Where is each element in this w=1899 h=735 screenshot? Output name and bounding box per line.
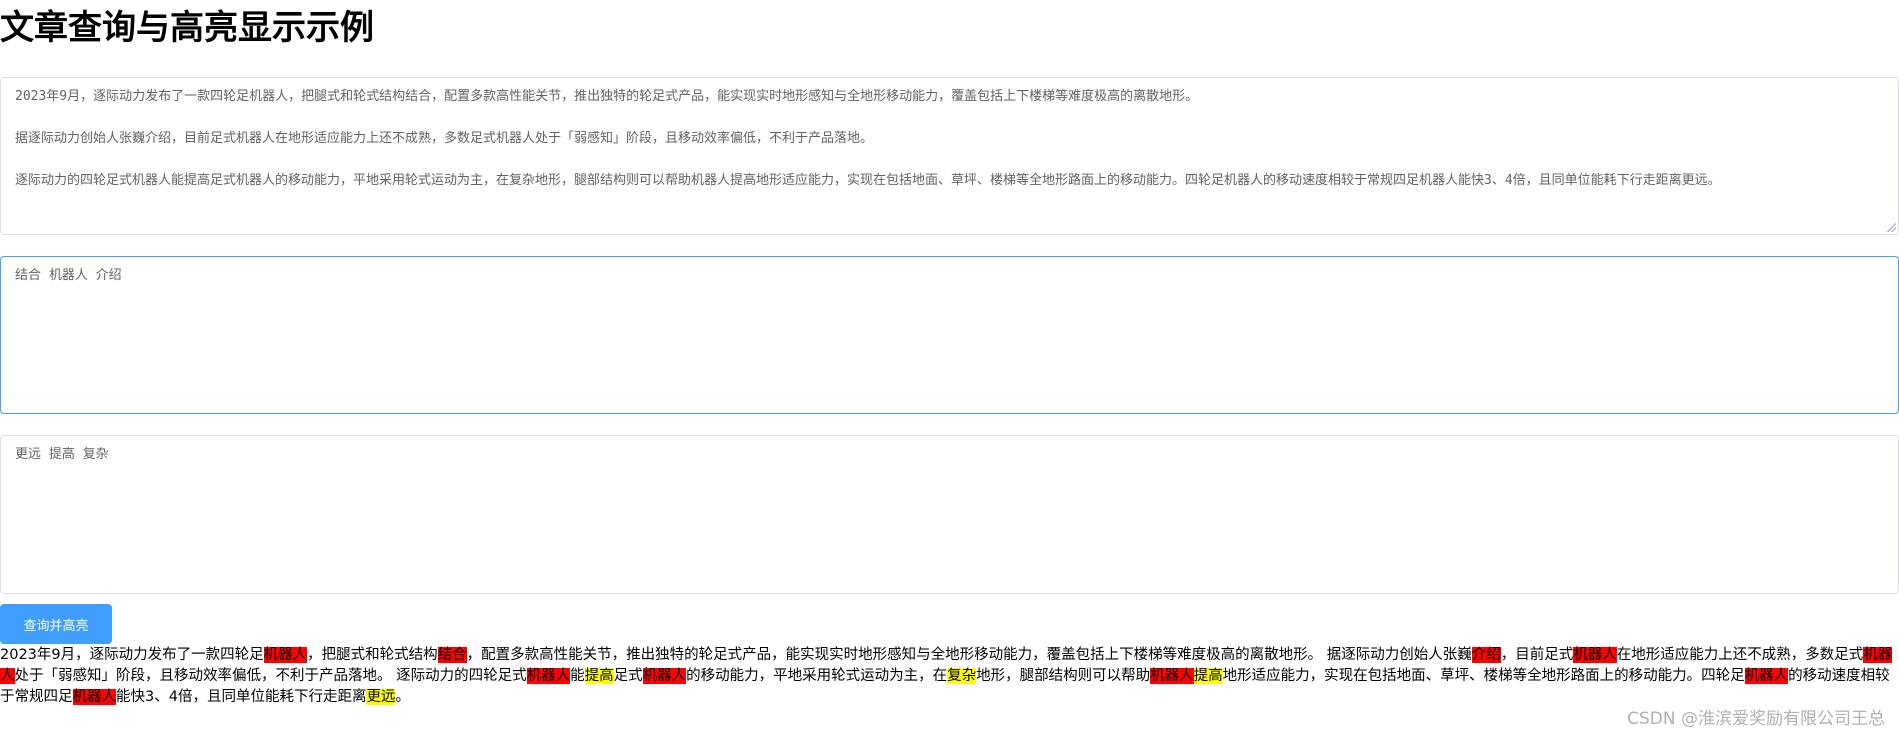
highlight-yellow-keyword: 更远 xyxy=(366,689,396,705)
result-text-segment: ，配置多款高性能关节，推出独特的轮足式产品，能实现实时地形感知与全地形移动能力，… xyxy=(466,647,1472,663)
query-highlight-button[interactable]: 查询并高亮 xyxy=(0,604,112,644)
result-text-segment: 处于「弱感知」阶段，且移动效率偏低，不利于产品落地。 逐际动力的四轮足式 xyxy=(14,668,527,684)
highlight-red-keyword: 介绍 xyxy=(1471,647,1501,663)
highlight-red-keyword: 机器人 xyxy=(1150,668,1194,684)
csdn-watermark: CSDN @淮滨爱奖励有限公司王总 xyxy=(1627,709,1885,729)
result-text-segment: 地形，腿部结构则可以帮助 xyxy=(976,668,1151,684)
resize-handle-icon[interactable] xyxy=(1886,222,1896,232)
highlight-red-keyword: 机器人 xyxy=(526,668,571,684)
result-text-segment: ，目前足式 xyxy=(1500,647,1574,663)
highlight-red-keyword: 结合 xyxy=(437,647,467,663)
highlight-red-keyword: 机器人 xyxy=(1744,668,1789,684)
result-text-segment: 2023年9月，逐际动力发布了一款四轮足 xyxy=(0,647,264,663)
page-title: 文章查询与高亮显示示例 xyxy=(0,8,374,48)
article-textarea[interactable]: 2023年9月，逐际动力发布了一款四轮足机器人，把腿式和轮式结构结合，配置多款高… xyxy=(0,77,1899,235)
highlight-red-keyword: 机器人 xyxy=(1573,647,1617,663)
highlighted-result-text: 2023年9月，逐际动力发布了一款四轮足机器人，把腿式和轮式结构结合，配置多款高… xyxy=(0,645,1899,708)
result-text-segment: 的移动能力，平地采用轮式运动为主，在 xyxy=(686,668,948,684)
result-text-segment: 。 xyxy=(395,689,410,705)
result-text-segment: ，把腿式和轮式结构 xyxy=(307,647,438,663)
result-text-segment: 足式 xyxy=(613,668,643,684)
result-text-segment: 能快3、4倍，且同单位能耗下行走距离 xyxy=(116,689,367,705)
highlight-red-keyword: 机器人 xyxy=(72,689,116,705)
result-text-segment: 能 xyxy=(570,668,585,684)
highlight-yellow-keyword: 复杂 xyxy=(947,668,977,684)
highlight-yellow-keyword: 提高 xyxy=(1193,668,1223,684)
highlight-red-keyword: 机器人 xyxy=(263,647,308,663)
yellow-keywords-textarea[interactable]: 更远 提高 复杂 xyxy=(0,435,1899,594)
highlight-red-keyword: 机器人 xyxy=(642,668,687,684)
result-text-segment: 地形适应能力，实现在包括地面、草坪、楼梯等全地形路面上的移动能力。四轮足 xyxy=(1222,668,1745,684)
result-text-segment: 在地形适应能力上还不成熟，多数足式 xyxy=(1616,647,1864,663)
red-keywords-textarea[interactable]: 结合 机器人 介绍 xyxy=(0,256,1899,414)
highlight-yellow-keyword: 提高 xyxy=(584,668,614,684)
